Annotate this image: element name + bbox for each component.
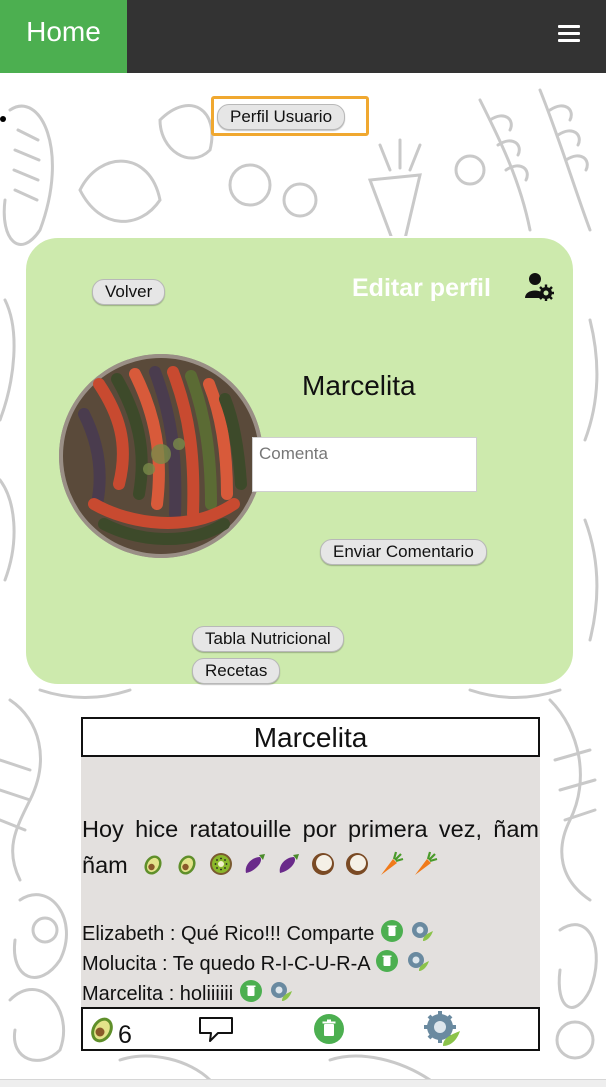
top-navbar: Home [0,0,606,73]
comment-item: Molucita : Te quedo R-I-C-U-R-A [82,949,429,977]
delete-trash-icon[interactable] [375,949,399,973]
send-comment-button[interactable]: Enviar Comentario [320,539,487,565]
post-text: Hoy hice ratatouille por primera vez, ña… [82,811,539,883]
comment-text: Molucita : Te quedo R-I-C-U-R-A [82,953,370,975]
coconut-emoji-icon [346,853,369,875]
delete-trash-icon[interactable] [313,1013,345,1045]
home-link[interactable]: Home [0,0,127,73]
delete-trash-icon[interactable] [239,979,263,1003]
avocado-emoji-icon [178,855,196,875]
comment-bubble-icon[interactable] [198,1015,234,1043]
comment-text: Marcelita : holiiiiii [82,983,234,1005]
post-body: Hoy hice ratatouille por primera vez, ña… [81,757,540,1007]
recipes-button[interactable]: Recetas [192,658,281,684]
edit-gear-icon[interactable] [423,1010,461,1048]
volver-button[interactable]: Volver [92,279,166,305]
post-author: Marcelita [81,717,540,757]
hamburger-menu-icon[interactable] [558,25,580,45]
edit-gear-icon[interactable] [268,979,293,1003]
carrot-emoji-icon [381,851,404,875]
comment-input[interactable] [252,437,477,492]
post-emojis [140,851,446,878]
post-card: Marcelita Hoy hice ratatouille por prime… [81,717,540,1051]
like-count: 6 [118,1021,132,1049]
avocado-emoji-icon [144,855,162,875]
avocado-like-icon[interactable] [85,1011,119,1045]
kiwi-emoji-icon [210,853,233,875]
profile-user-name: Marcelita [302,370,416,401]
comment-item: Elizabeth : Qué Rico!!! Comparte [82,919,434,947]
comment-text: Elizabeth : Qué Rico!!! Comparte [82,923,375,945]
delete-trash-icon[interactable] [380,919,404,943]
user-gear-icon[interactable] [524,271,554,301]
coconut-emoji-icon [312,853,335,875]
nutrition-table-button[interactable]: Tabla Nutricional [192,626,344,652]
edit-gear-icon[interactable] [409,919,434,943]
carrot-emoji-icon [415,851,438,875]
edit-profile-title[interactable]: Editar perfil [352,274,491,303]
list-bullet [0,116,6,122]
perfil-usuario-button[interactable]: Perfil Usuario [217,104,346,130]
eggplant-emoji-icon [245,854,266,873]
avatar [59,354,263,558]
eggplant-emoji-icon [279,854,300,873]
ratatouille-photo [59,354,263,558]
comment-item: Marcelita : holiiiiii [82,979,293,1007]
post-actions-bar: 6 [81,1007,540,1051]
edit-gear-icon[interactable] [405,949,429,973]
